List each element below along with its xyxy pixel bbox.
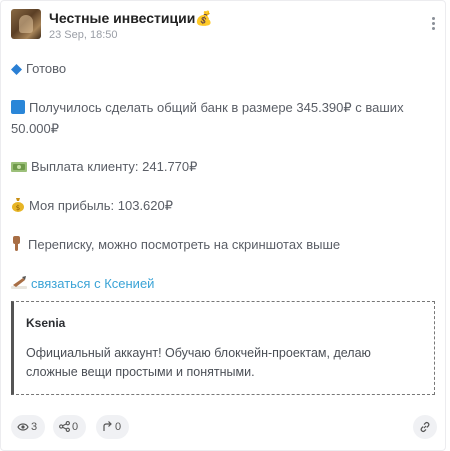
copy-link-button[interactable] bbox=[413, 415, 437, 439]
post-footer: 3 0 0 bbox=[11, 415, 437, 439]
line-ready: Готово bbox=[11, 59, 431, 80]
line-profit: $ Моя прибыль: 103.620₽ bbox=[11, 196, 431, 217]
post-timestamp: 23 Sep, 18:50 bbox=[49, 29, 118, 41]
shares-count: 0 bbox=[72, 421, 79, 433]
share-button[interactable]: 0 bbox=[53, 415, 87, 439]
diamond-icon bbox=[11, 61, 22, 80]
line-contact: связаться с Ксенией bbox=[11, 274, 431, 295]
quote-text: Официальный аккаунт! Обучаю блокчейн-про… bbox=[26, 346, 371, 379]
forward-icon bbox=[103, 421, 112, 431]
line-bank: Получилось сделать общий банк в размере … bbox=[11, 98, 431, 138]
forwards-count: 0 bbox=[115, 421, 122, 433]
post-card: Честные инвестиции💰 23 Sep, 18:50 Готово… bbox=[0, 0, 446, 451]
line-screenshots: Переписку, можно посмотреть на скриншота… bbox=[11, 235, 431, 256]
banknote-icon bbox=[11, 159, 27, 178]
author-quote-block: Ksenia Официальный аккаунт! Обучаю блокч… bbox=[11, 301, 435, 395]
quote-author-name: Ksenia bbox=[26, 316, 66, 330]
pointing-down-icon bbox=[11, 236, 24, 256]
views-count: 3 bbox=[31, 421, 38, 433]
line-text: Моя прибыль: 103.620₽ bbox=[29, 198, 174, 213]
money-bag-icon: $ bbox=[11, 197, 25, 217]
line-text: Переписку, можно посмотреть на скриншота… bbox=[28, 237, 341, 252]
channel-title[interactable]: Честные инвестиции💰 bbox=[49, 9, 213, 27]
line-text: Получилось сделать общий банк в размере … bbox=[11, 100, 404, 136]
forward-button[interactable]: 0 bbox=[96, 415, 130, 439]
blue-square-icon bbox=[11, 100, 25, 119]
link-icon bbox=[420, 422, 430, 432]
line-text: Выплата клиенту: 241.770₽ bbox=[31, 159, 198, 174]
line-text: Готово bbox=[26, 61, 67, 76]
more-options-icon[interactable] bbox=[427, 15, 439, 35]
line-payout: Выплата клиенту: 241.770₽ bbox=[11, 157, 431, 178]
writing-hand-icon bbox=[11, 276, 27, 295]
channel-avatar[interactable] bbox=[11, 9, 41, 39]
eye-icon bbox=[17, 423, 29, 431]
views-counter: 3 bbox=[11, 415, 46, 439]
svg-text:$: $ bbox=[16, 204, 20, 212]
post-header: Честные инвестиции💰 23 Sep, 18:50 bbox=[11, 9, 439, 43]
contact-ksenia-link[interactable]: связаться с Ксенией bbox=[31, 276, 154, 291]
share-icon bbox=[59, 421, 70, 432]
